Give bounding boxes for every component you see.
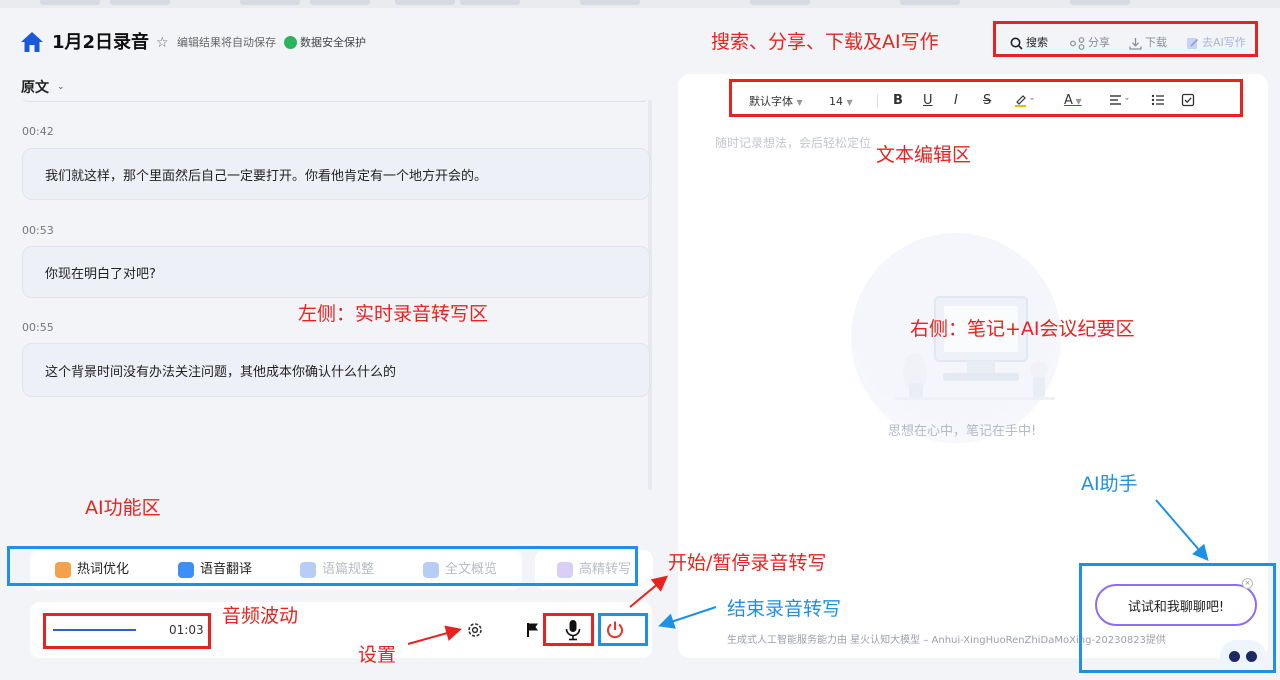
annotation-ai-area: AI功能区 [85, 497, 161, 519]
annotation-box-waveform [43, 613, 211, 649]
transcript-entry[interactable]: 你现在明白了对吧? [22, 246, 650, 298]
bookmark[interactable] [395, 0, 455, 5]
bookmark[interactable] [40, 0, 100, 5]
annotation-text-editor: 文本编辑区 [876, 144, 972, 166]
transcript-timestamp[interactable]: 00:55 [22, 321, 54, 335]
computer-illustration-icon [895, 296, 1055, 400]
bookmark[interactable] [310, 0, 370, 5]
transcript-entry[interactable]: 这个背景时间没有办法关注问题，其他成本你确认什么什么的 [22, 343, 650, 397]
bookmark[interactable] [750, 0, 810, 5]
chevron-down-icon[interactable]: ⌄ [57, 82, 65, 92]
annotation-audio-wave: 音频波动 [222, 605, 299, 627]
transcript-text: 你现在明白了对吧? [45, 266, 156, 282]
annotation-box-stop [598, 613, 648, 646]
annotation-box-ai-functions [7, 546, 638, 586]
annotation-box-assistant [1079, 563, 1276, 673]
bookmark[interactable] [240, 0, 300, 5]
annotation-end-recording: 结束录音转写 [727, 598, 842, 620]
annotation-box-toolbar [729, 79, 1243, 117]
autosave-note: 编辑结果将自动保存 [177, 36, 276, 49]
transcript-view-selector[interactable]: 原文 [21, 78, 49, 98]
bookmark[interactable] [460, 0, 520, 5]
page-title[interactable]: 1月2日录音 [52, 30, 149, 56]
bookmark[interactable] [900, 0, 960, 5]
annotation-box-mic [543, 613, 594, 646]
annotation-right-area: 右侧：笔记+AI会议纪要区 [910, 318, 1135, 340]
annotation-settings: 设置 [358, 644, 397, 666]
transcript-timestamp[interactable]: 00:42 [22, 125, 54, 139]
transcript-entry[interactable]: 我们就这样，那个里面然后自己一定要打开。你看他肯定有一个地方开会的。 [22, 148, 650, 200]
empty-state-text: 思想在心中，笔记在手中! [888, 424, 1037, 439]
annotation-box-header-actions [993, 21, 1258, 57]
transcript-timestamp[interactable]: 00:53 [22, 224, 54, 238]
annotation-header-actions: 搜索、分享、下载及AI写作 [711, 31, 939, 53]
bookmark[interactable] [110, 0, 170, 5]
star-icon[interactable]: ☆ [156, 35, 169, 51]
annotation-start-pause: 开始/暂停录音转写 [668, 552, 827, 574]
note-editor[interactable]: 随时记录想法，会后轻松定位 [715, 135, 871, 151]
home-icon[interactable] [20, 31, 44, 53]
annotation-ai-assistant: AI助手 [1081, 473, 1138, 495]
annotation-left-area: 左侧：实时录音转写区 [298, 303, 489, 325]
transcript-top-fade [22, 96, 648, 102]
bookmark[interactable] [580, 0, 640, 5]
flag-icon[interactable] [526, 622, 540, 638]
transcript-text: 我们就这样，那个里面然后自己一定要打开。你看他肯定有一个地方开会的。 [45, 168, 488, 184]
bookmarks-bar [0, 0, 1280, 8]
security-note: 数据安全保护 [300, 36, 366, 49]
gear-icon[interactable] [466, 621, 484, 639]
shield-icon [284, 36, 297, 49]
bookmark[interactable] [1070, 0, 1130, 5]
transcript-text: 这个背景时间没有办法关注问题，其他成本你确认什么什么的 [45, 364, 397, 380]
